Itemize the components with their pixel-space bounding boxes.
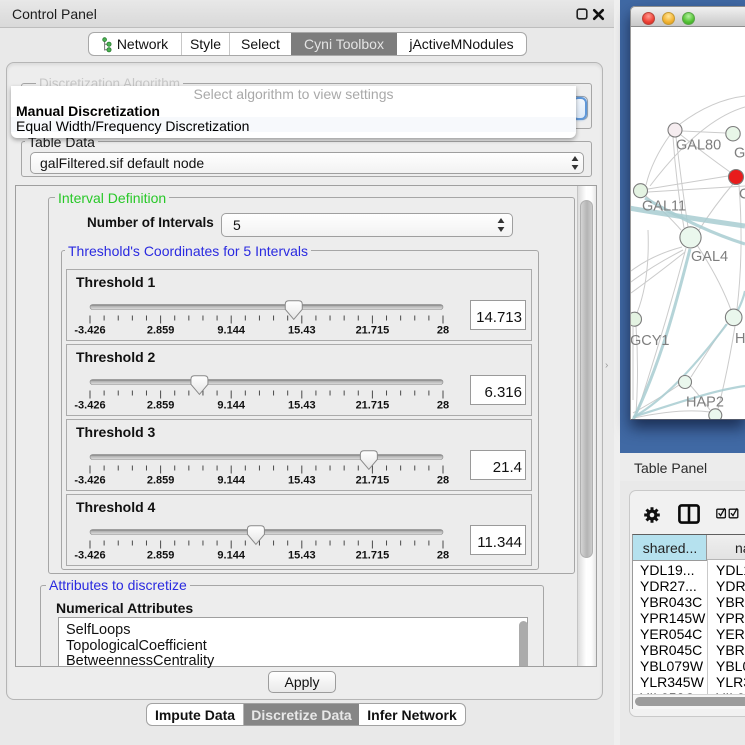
svg-text:21.715: 21.715 (356, 475, 390, 487)
svg-text:-3.426: -3.426 (74, 475, 105, 487)
svg-text:28: 28 (437, 550, 449, 562)
svg-text:GA: GA (734, 146, 745, 162)
svg-text:9.144: 9.144 (217, 550, 245, 562)
svg-text:-3.426: -3.426 (74, 325, 105, 337)
svg-text:15.43: 15.43 (288, 475, 316, 487)
svg-text:9.144: 9.144 (217, 400, 245, 412)
svg-text:21.715: 21.715 (356, 550, 390, 562)
svg-text:9.144: 9.144 (217, 475, 245, 487)
svg-text:9.144: 9.144 (217, 325, 245, 337)
svg-text:15.43: 15.43 (288, 325, 316, 337)
svg-text:28: 28 (437, 400, 449, 412)
svg-text:GAL11: GAL11 (642, 199, 686, 215)
svg-text:-3.426: -3.426 (74, 550, 105, 562)
svg-text:21.715: 21.715 (356, 400, 390, 412)
svg-text:HAP2: HAP2 (686, 395, 724, 411)
svg-text:GAL80: GAL80 (676, 138, 721, 154)
svg-text:GCY1: GCY1 (630, 333, 670, 349)
svg-text:2.859: 2.859 (147, 475, 175, 487)
svg-text:28: 28 (437, 475, 449, 487)
svg-text:GAL4: GAL4 (691, 249, 728, 265)
svg-text:H: H (735, 331, 745, 347)
svg-text:2.859: 2.859 (147, 325, 175, 337)
svg-text:2.859: 2.859 (147, 400, 175, 412)
svg-text:-3.426: -3.426 (74, 400, 105, 412)
svg-text:15.43: 15.43 (288, 400, 316, 412)
svg-text:15.43: 15.43 (288, 550, 316, 562)
svg-text:2.859: 2.859 (147, 550, 175, 562)
svg-text:21.715: 21.715 (356, 325, 390, 337)
svg-text:C: C (739, 187, 745, 203)
svg-text:28: 28 (437, 325, 449, 337)
